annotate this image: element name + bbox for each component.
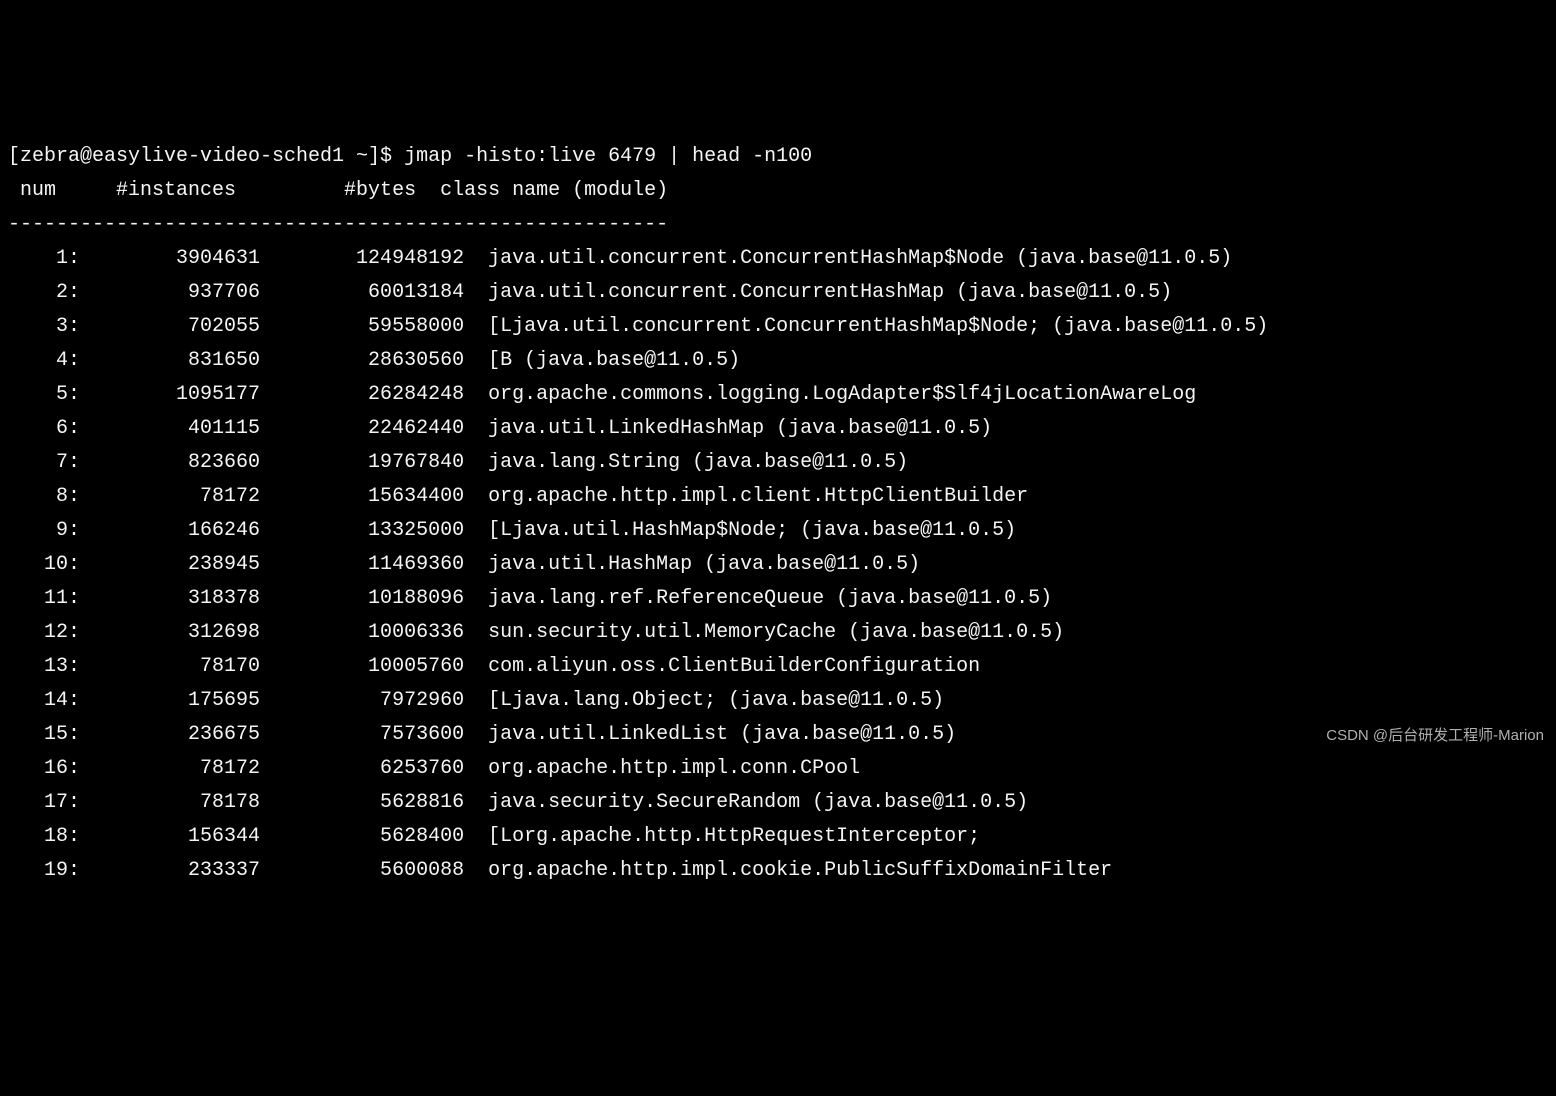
watermark-text: CSDN @后台研发工程师-Marion (1326, 723, 1544, 749)
terminal-output[interactable]: [zebra@easylive-video-sched1 ~]$ jmap -h… (0, 136, 1556, 892)
